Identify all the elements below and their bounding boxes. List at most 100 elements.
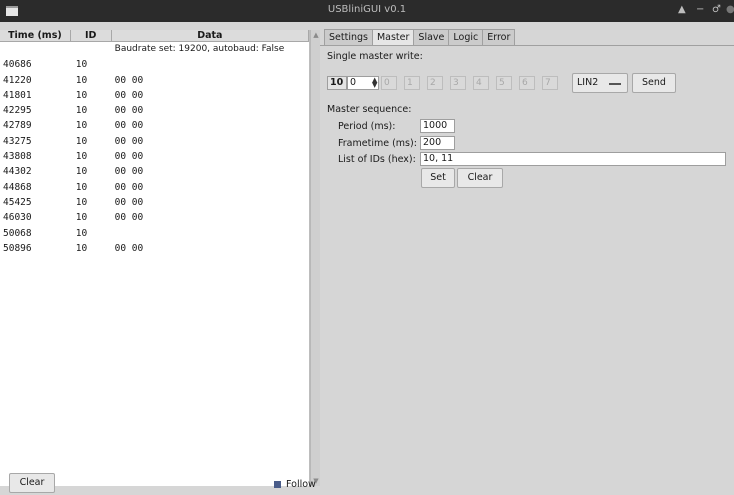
log-table-row[interactable]: 40686 10 <box>0 57 309 72</box>
log-cell-data: 00 00 <box>114 242 144 254</box>
log-table-row[interactable]: 42789 10 00 00 <box>0 118 309 133</box>
single-master-write-label: Single master write: <box>327 51 423 62</box>
log-cell-data: 00 00 <box>114 181 144 193</box>
log-rows: Baudrate set: 19200, autobaud: False 4068… <box>0 42 309 256</box>
log-cell-time: 44868 <box>3 181 32 193</box>
lin-version-value: LIN2 <box>577 77 599 88</box>
tab-logic[interactable]: Logic <box>448 29 484 45</box>
lin-version-select[interactable]: LIN2 <box>572 73 628 93</box>
log-cell-time: 42789 <box>3 120 32 132</box>
log-cell-time: 42295 <box>3 105 32 117</box>
data-byte-1-field[interactable]: 1 <box>404 76 420 90</box>
log-table-row[interactable]: 45425 10 00 00 <box>0 195 309 210</box>
log-cell-data <box>112 57 309 72</box>
log-cell-id: 10 <box>75 242 88 254</box>
log-table-row[interactable]: 43275 10 00 00 <box>0 134 309 149</box>
frametime-field[interactable]: 200 <box>420 136 455 150</box>
log-cell-time: 41220 <box>3 74 32 86</box>
follow-checkbox[interactable]: Follow <box>274 479 316 490</box>
data-byte-4-field[interactable]: 4 <box>473 76 489 90</box>
id-list-field[interactable]: 10, 11 <box>420 152 726 166</box>
log-cell-time <box>0 42 71 57</box>
log-cell-id: 10 <box>75 166 88 178</box>
log-cell-time: 46030 <box>3 212 32 224</box>
data-byte-6-field[interactable]: 6 <box>519 76 535 90</box>
maximize-icon[interactable]: ♂ <box>712 4 721 15</box>
log-table-row[interactable]: 42295 10 00 00 <box>0 103 309 118</box>
log-cell-data: 00 00 <box>114 151 144 163</box>
spinbox-arrows-icon[interactable]: ▲ ▼ <box>372 77 378 89</box>
follow-label: Follow <box>286 479 316 490</box>
log-table-header: Time (ms) ID Data <box>0 30 309 42</box>
log-cell-time: 50068 <box>3 227 32 239</box>
log-table-row[interactable]: 44302 10 00 00 <box>0 164 309 179</box>
column-header-data[interactable]: Data <box>112 30 309 41</box>
log-cell-time: 50896 <box>3 242 32 254</box>
tab-settings[interactable]: Settings <box>324 29 373 45</box>
tab-master[interactable]: Master <box>371 29 415 46</box>
log-cell-id: 10 <box>75 120 88 132</box>
eject-icon[interactable]: ▲ <box>678 4 686 15</box>
log-table-row[interactable]: 44868 10 00 00 <box>0 180 309 195</box>
log-table-row[interactable]: 41220 10 00 00 <box>0 73 309 88</box>
log-cell-id: 10 <box>75 196 88 208</box>
log-cell-id: 10 <box>75 212 88 224</box>
set-sequence-button[interactable]: Set <box>421 168 455 188</box>
minimize-icon[interactable]: − <box>696 4 704 15</box>
log-cell-id: 10 <box>75 227 88 239</box>
window-titlebar: USBliniGUI v0.1 ▲ − ♂ ● <box>0 0 734 22</box>
tab-error[interactable]: Error <box>482 29 516 45</box>
log-cell-data: 00 00 <box>114 196 144 208</box>
period-label: Period (ms): <box>338 121 396 132</box>
log-cell-id: 10 <box>75 181 88 193</box>
log-cell-data: 00 00 <box>114 89 144 101</box>
clear-log-button[interactable]: Clear <box>9 473 55 493</box>
log-table-row[interactable]: 50068 10 <box>0 226 309 241</box>
data-byte-3-field[interactable]: 3 <box>450 76 466 90</box>
scroll-up-arrow-icon[interactable]: ▲ <box>312 31 320 39</box>
master-tab-body: Single master write: 10 0 ▲ ▼ 0 1 2 3 4 5… <box>320 45 734 495</box>
log-table-row[interactable]: 41801 10 00 00 <box>0 88 309 103</box>
log-cell-id: 10 <box>75 59 88 71</box>
log-cell-data: 00 00 <box>114 105 144 117</box>
log-cell-data: 00 00 <box>114 212 144 224</box>
close-icon[interactable]: ● <box>726 4 734 15</box>
data-byte-0-field[interactable]: 0 <box>381 76 397 90</box>
column-header-id[interactable]: ID <box>71 30 112 41</box>
log-cell-id: 10 <box>75 151 88 163</box>
log-pane: Time (ms) ID Data Baudrate set: 19200, a… <box>0 22 320 495</box>
log-table-row[interactable]: 50896 10 00 00 <box>0 241 309 256</box>
checkbox-checked-icon[interactable] <box>274 481 281 488</box>
log-cell-id: 10 <box>75 105 88 117</box>
log-cell-time: 40686 <box>3 59 32 71</box>
log-cell-id: 10 <box>75 135 88 147</box>
tab-bar: Settings Master Slave Logic Error <box>324 29 516 46</box>
period-field[interactable]: 1000 <box>420 119 455 133</box>
id-list-label: List of IDs (hex): <box>338 154 416 165</box>
log-table-row[interactable]: Baudrate set: 19200, autobaud: False <box>0 42 309 57</box>
log-table: Time (ms) ID Data Baudrate set: 19200, a… <box>0 30 310 486</box>
frametime-label: Frametime (ms): <box>338 138 417 149</box>
log-scrollbar[interactable]: ▲ ▼ <box>310 30 320 486</box>
log-cell-time: 45425 <box>3 196 32 208</box>
control-pane: Settings Master Slave Logic Error Single… <box>320 22 734 495</box>
log-cell-id <box>71 42 112 57</box>
data-byte-2-field[interactable]: 2 <box>427 76 443 90</box>
log-table-row[interactable]: 46030 10 00 00 <box>0 210 309 225</box>
data-byte-5-field[interactable]: 5 <box>496 76 512 90</box>
log-cell-id: 10 <box>75 74 88 86</box>
window-title: USBliniGUI v0.1 <box>327 4 407 15</box>
dropdown-indicator-icon <box>609 83 621 85</box>
tab-slave[interactable]: Slave <box>413 29 450 45</box>
frame-id-field[interactable]: 10 <box>327 76 347 90</box>
send-button[interactable]: Send <box>632 73 676 93</box>
log-cell-id: 10 <box>75 89 88 101</box>
log-cell-data: 00 00 <box>114 74 144 86</box>
column-header-time[interactable]: Time (ms) <box>0 30 71 41</box>
log-table-row[interactable]: 43808 10 00 00 <box>0 149 309 164</box>
data-byte-7-field[interactable]: 7 <box>542 76 558 90</box>
log-cell-data: 00 00 <box>114 120 144 132</box>
log-cell-time: 43275 <box>3 135 32 147</box>
log-cell-time: 44302 <box>3 166 32 178</box>
clear-sequence-button[interactable]: Clear <box>457 168 503 188</box>
